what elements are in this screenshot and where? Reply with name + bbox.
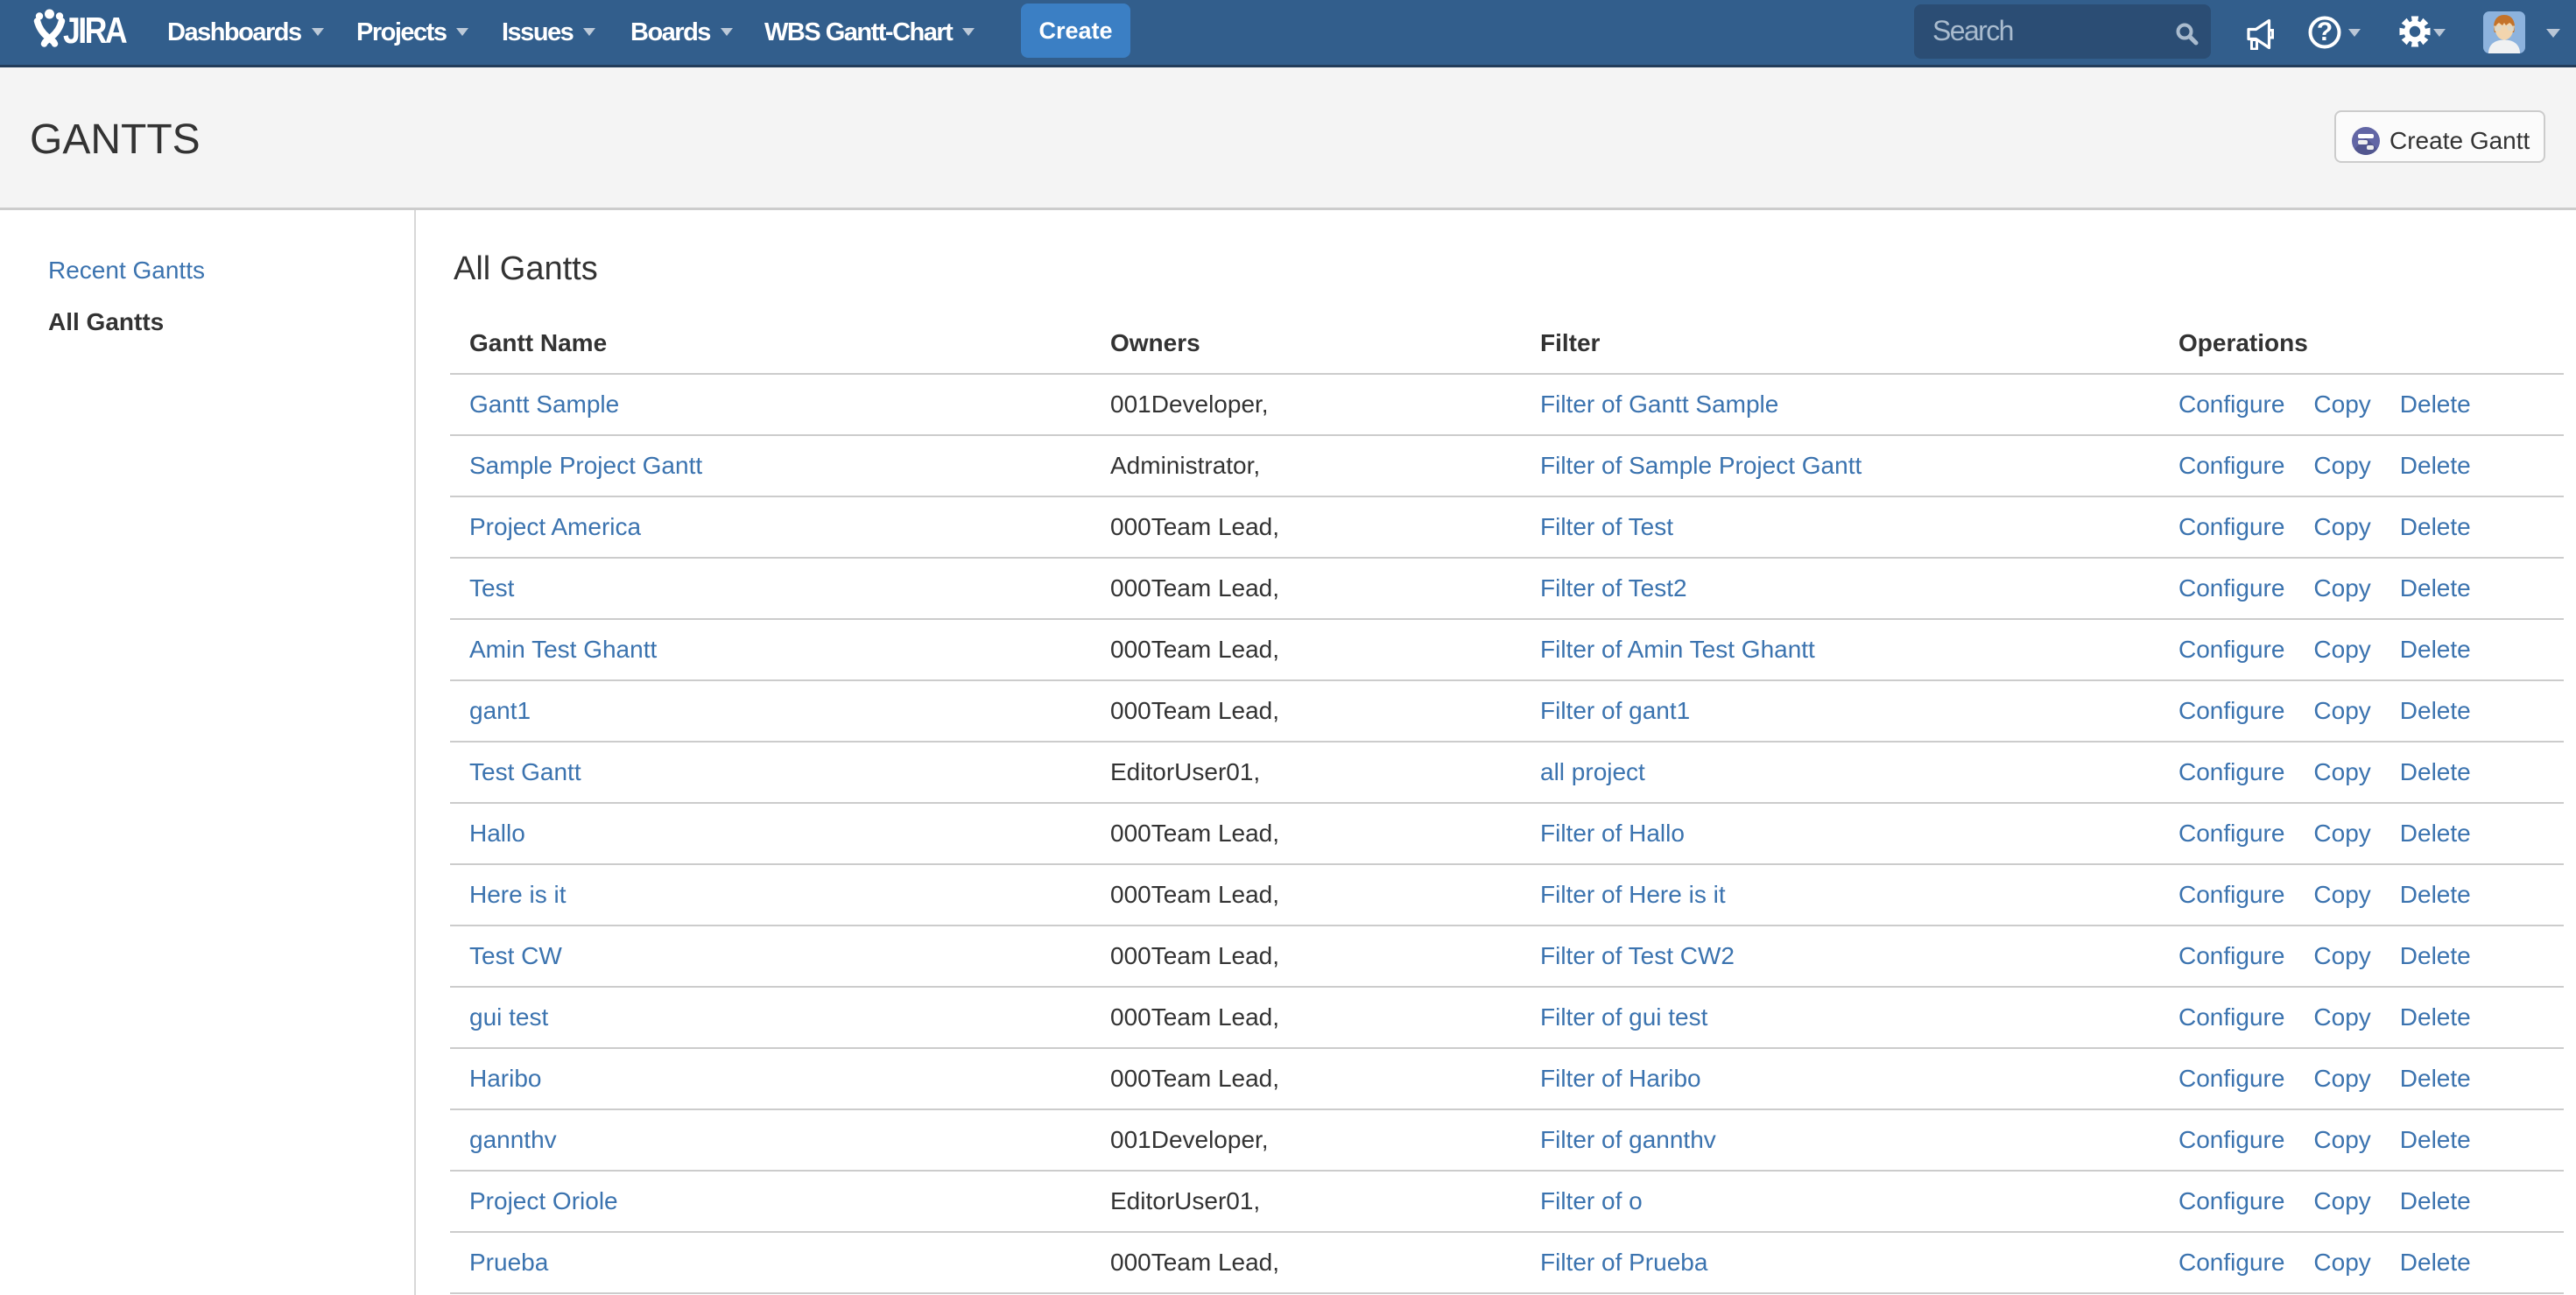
svg-text:?: ? [2317, 18, 2333, 46]
